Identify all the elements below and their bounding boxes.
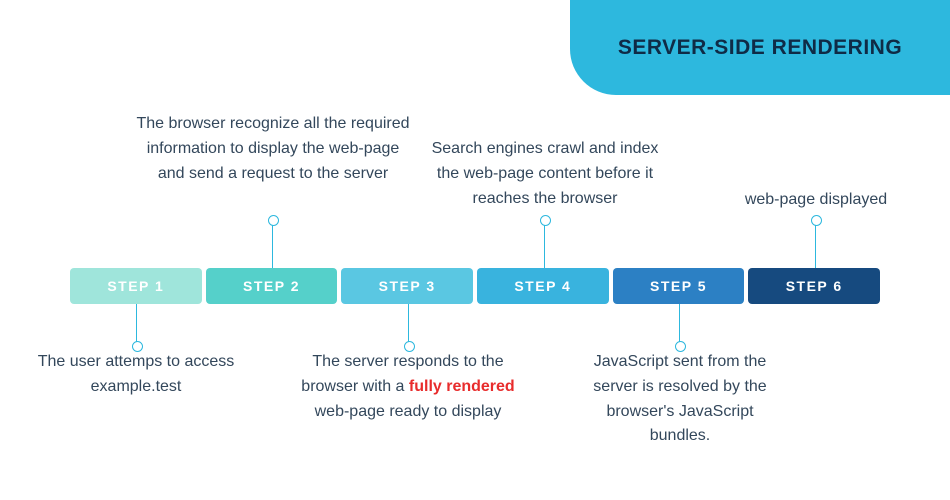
- step-label: STEP 4: [514, 278, 571, 294]
- connector-6: [815, 225, 816, 268]
- diagram-title: SERVER-SIDE RENDERING: [618, 36, 902, 60]
- desc-highlight: fully rendered: [409, 378, 515, 395]
- step-desc-3: The server responds to the browser with …: [292, 350, 524, 424]
- step-label: STEP 3: [379, 278, 436, 294]
- step-chip-6: STEP 6: [748, 268, 880, 304]
- step-desc-4: Search engines crawl and index the web-p…: [425, 137, 665, 211]
- connector-4: [544, 225, 545, 268]
- connector-5: [679, 304, 680, 342]
- step-chip-2: STEP 2: [206, 268, 338, 304]
- step-desc-2: The browser recognize all the required i…: [135, 112, 411, 186]
- step-desc-6: web-page displayed: [726, 188, 906, 213]
- step-timeline: STEP 1 STEP 2 STEP 3 STEP 4 STEP 5 STEP …: [70, 268, 880, 304]
- step-chip-4: STEP 4: [477, 268, 609, 304]
- title-banner: SERVER-SIDE RENDERING: [570, 0, 950, 95]
- step-label: STEP 2: [243, 278, 300, 294]
- step-chip-5: STEP 5: [613, 268, 745, 304]
- connector-3: [408, 304, 409, 342]
- step-label: STEP 1: [107, 278, 164, 294]
- connector-2: [272, 225, 273, 268]
- step-chip-3: STEP 3: [341, 268, 473, 304]
- step-desc-1: The user attemps to access example.test: [26, 350, 246, 400]
- step-label: STEP 5: [650, 278, 707, 294]
- desc-post: web-page ready to display: [315, 403, 502, 420]
- step-chip-1: STEP 1: [70, 268, 202, 304]
- step-desc-5: JavaScript sent from the server is resol…: [578, 350, 782, 449]
- step-label: STEP 6: [786, 278, 843, 294]
- connector-1: [136, 304, 137, 342]
